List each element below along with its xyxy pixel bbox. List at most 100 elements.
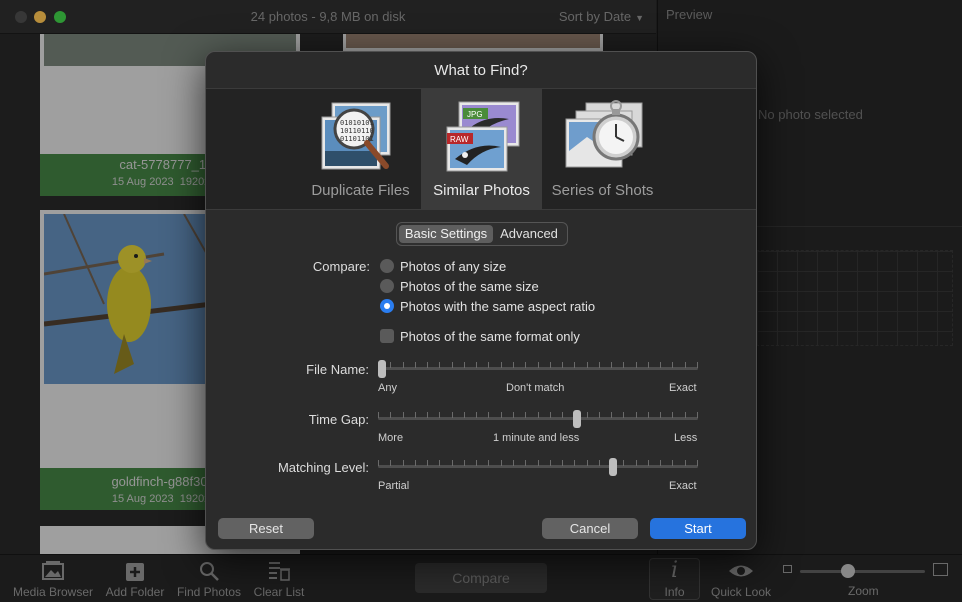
file-name-slider[interactable]	[378, 359, 698, 379]
series-of-shots-icon	[565, 100, 643, 168]
slider-knob[interactable]	[609, 458, 617, 476]
slider-tick	[439, 412, 440, 418]
svg-text:RAW: RAW	[450, 135, 469, 144]
slider-tick	[476, 412, 477, 418]
time-gap-label: Time Gap:	[308, 412, 369, 427]
svg-text:JPG: JPG	[467, 110, 483, 119]
tab-basic-settings[interactable]: Basic Settings	[399, 225, 493, 243]
slider-tick	[587, 460, 588, 466]
slider-tick	[697, 460, 698, 466]
slider-tick	[415, 362, 416, 368]
slider-tick	[550, 362, 551, 368]
slider-tick	[574, 362, 575, 368]
slider-tick	[525, 460, 526, 466]
file-name-mid-label: Don't match	[506, 382, 565, 394]
cancel-button[interactable]: Cancel	[542, 518, 638, 539]
slider-tick	[562, 460, 563, 466]
time-gap-mid-label: 1 minute and less	[493, 432, 580, 444]
option-same-aspect-ratio: Photos with the same aspect ratio	[400, 299, 596, 314]
reset-button[interactable]: Reset	[218, 518, 314, 539]
mode-series-of-shots[interactable]: Series of Shots	[542, 89, 663, 210]
same-format-label: Photos of the same format only	[400, 329, 580, 344]
slider-tick	[660, 412, 661, 418]
slider-tick	[464, 412, 465, 418]
radio-same-size[interactable]	[380, 279, 394, 293]
slider-tick	[636, 362, 637, 368]
slider-tick	[599, 460, 600, 466]
slider-tick	[574, 460, 575, 466]
slider-tick	[538, 460, 539, 466]
mode-similar-photos[interactable]: JPG RAW Similar Photos	[421, 89, 542, 210]
slider-tick	[439, 460, 440, 466]
start-button[interactable]: Start	[650, 518, 746, 539]
compare-label: Compare:	[312, 259, 370, 274]
radio-any-size[interactable]	[380, 259, 394, 273]
slider-tick	[452, 460, 453, 466]
mode-duplicate-files[interactable]: 01010101 10110110 01101101 Duplicate Fil…	[300, 89, 421, 210]
slider-tick	[538, 412, 539, 418]
slider-tick	[501, 362, 502, 368]
what-to-find-dialog: What to Find? 01010101 10110110 01101101…	[205, 51, 757, 550]
same-format-checkbox[interactable]	[380, 329, 394, 343]
slider-tick	[648, 412, 649, 418]
slider-tick	[550, 412, 551, 418]
file-name-label: File Name:	[306, 362, 369, 377]
slider-tick	[599, 362, 600, 368]
slider-tick	[488, 460, 489, 466]
slider-tick	[415, 460, 416, 466]
slider-tick	[672, 460, 673, 466]
slider-tick	[525, 412, 526, 418]
slider-tick	[636, 412, 637, 418]
svg-text:01010101: 01010101	[340, 119, 374, 127]
radio-same-aspect-ratio[interactable]	[380, 299, 394, 313]
slider-tick	[685, 362, 686, 368]
slider-tick	[672, 412, 673, 418]
dialog-title: What to Find?	[434, 62, 528, 79]
slider-tick	[390, 412, 391, 418]
matching-level-max-label: Exact	[669, 480, 697, 492]
slider-tick	[611, 362, 612, 368]
slider-tick	[660, 362, 661, 368]
slider-tick	[623, 460, 624, 466]
option-any-size: Photos of any size	[400, 259, 507, 274]
mode-label: Series of Shots	[551, 182, 654, 199]
slider-tick	[403, 362, 404, 368]
slider-tick	[488, 412, 489, 418]
slider-tick	[648, 362, 649, 368]
slider-tick	[403, 412, 404, 418]
slider-tick	[562, 362, 563, 368]
mode-label: Duplicate Files	[311, 182, 410, 199]
similar-photos-icon: JPG RAW	[446, 101, 520, 172]
slider-tick	[390, 460, 391, 466]
file-name-min-label: Any	[378, 382, 397, 394]
slider-knob[interactable]	[378, 360, 386, 378]
slider-tick	[452, 412, 453, 418]
slider-tick	[513, 460, 514, 466]
slider-tick	[623, 412, 624, 418]
option-same-size: Photos of the same size	[400, 279, 539, 294]
time-gap-slider[interactable]	[378, 409, 698, 429]
app-window: 24 photos - 9,8 MB on disk Sort by Date ▼…	[0, 0, 962, 602]
slider-tick	[648, 460, 649, 466]
slider-tick	[697, 412, 698, 418]
time-gap-max-label: Less	[674, 432, 698, 444]
svg-text:10110110: 10110110	[340, 127, 374, 135]
slider-tick	[587, 412, 588, 418]
file-name-max-label: Exact	[669, 382, 697, 394]
slider-tick	[697, 362, 698, 368]
matching-level-slider[interactable]	[378, 457, 698, 477]
slider-tick	[501, 460, 502, 466]
slider-knob[interactable]	[573, 410, 581, 428]
tab-advanced[interactable]: Advanced	[493, 225, 565, 243]
slider-tick	[513, 362, 514, 368]
slider-tick	[427, 460, 428, 466]
slider-tick	[378, 460, 379, 466]
slider-tick	[464, 362, 465, 368]
slider-tick	[464, 460, 465, 466]
slider-tick	[685, 460, 686, 466]
slider-tick	[513, 412, 514, 418]
slider-tick	[660, 460, 661, 466]
slider-tick	[525, 362, 526, 368]
slider-tick	[378, 412, 379, 418]
slider-tick	[611, 412, 612, 418]
